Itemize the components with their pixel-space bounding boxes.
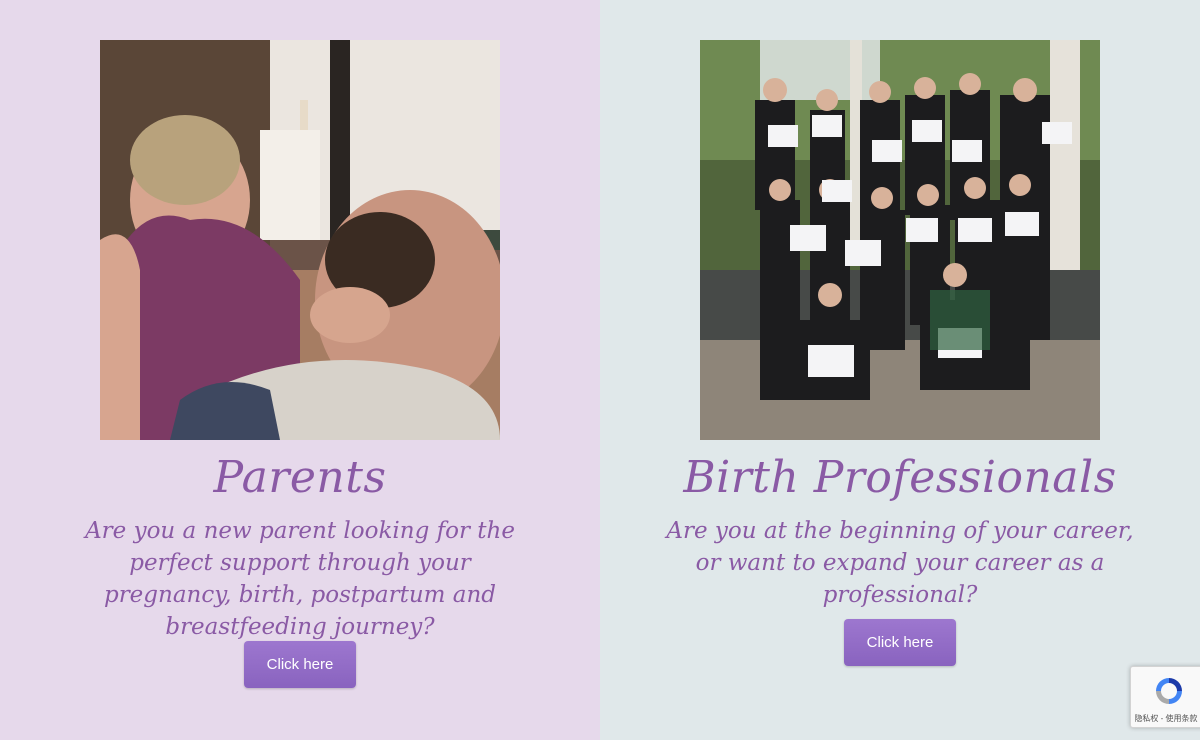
birth-professionals-description: Are you at the beginning of your career,… bbox=[666, 518, 1134, 608]
parents-title: Parents bbox=[213, 452, 387, 503]
birth-professionals-section: Birth Professionals Are you at the begin… bbox=[600, 0, 1200, 740]
parents-description: Are you a new parent looking for the per… bbox=[85, 518, 515, 640]
recaptcha-icon bbox=[1153, 675, 1185, 712]
recaptcha-terms[interactable]: 隐私权 - 使用条款 bbox=[1131, 713, 1200, 724]
birth-professionals-click-here-button[interactable]: Click here bbox=[844, 619, 956, 666]
birth-professionals-photo bbox=[700, 40, 1100, 440]
birth-professionals-title: Birth Professionals bbox=[683, 452, 1117, 503]
parents-photo bbox=[100, 40, 500, 440]
parents-section: Parents Are you a new parent looking for… bbox=[0, 0, 600, 740]
recaptcha-badge[interactable]: 隐私权 - 使用条款 bbox=[1130, 666, 1200, 728]
parents-click-here-button[interactable]: Click here bbox=[244, 641, 356, 688]
